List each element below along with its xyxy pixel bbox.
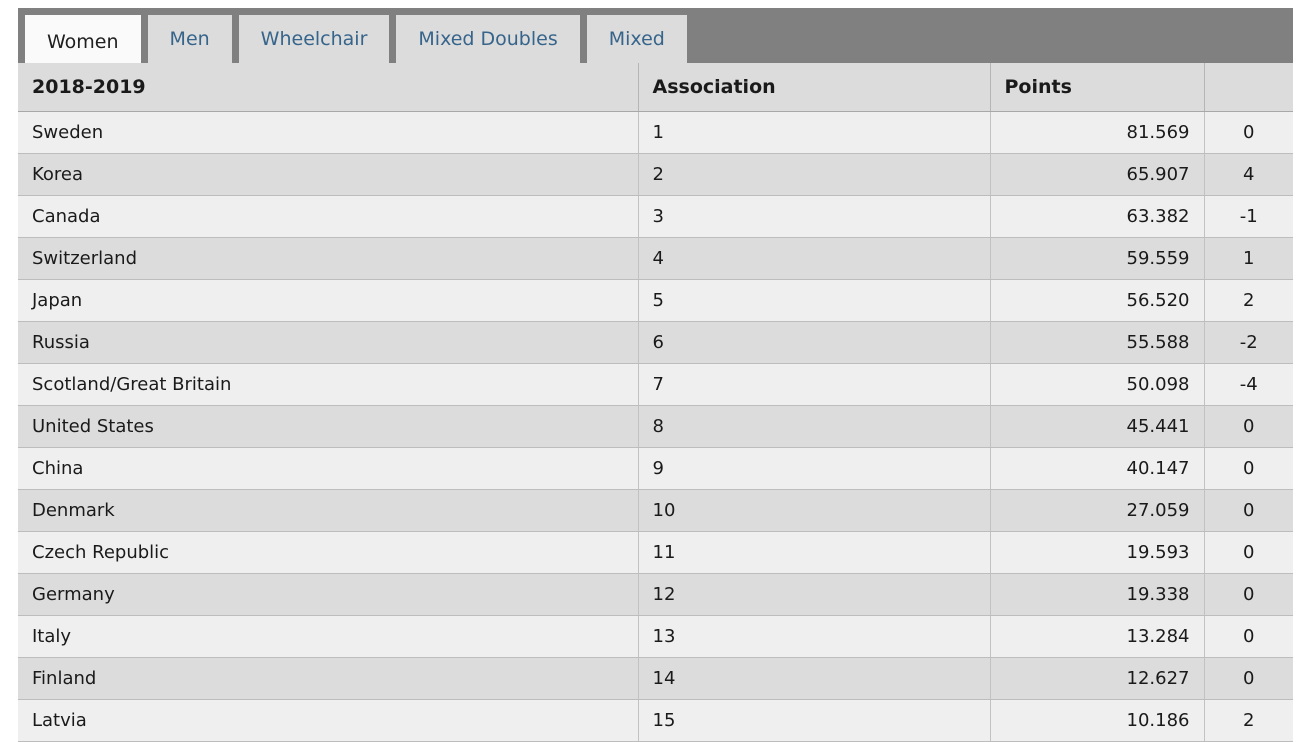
table-row[interactable]: Korea 2 65.907 4 bbox=[18, 153, 1293, 196]
column-header-association[interactable]: Association bbox=[638, 63, 991, 112]
rankings-table: 2018-2019 Association Points Sweden 1 81.5… bbox=[18, 63, 1293, 742]
cell-association: 12 bbox=[638, 573, 991, 616]
tab-label: Wheelchair bbox=[260, 27, 368, 50]
cell-points: 59.559 bbox=[990, 237, 1205, 280]
ranking-page: Women Men Wheelchair Mixed Doubles Mixed 201… bbox=[0, 0, 1314, 742]
table-row[interactable]: Germany 12 19.338 0 bbox=[18, 573, 1293, 616]
cell-points: 13.284 bbox=[990, 615, 1205, 658]
cell-points: 10.186 bbox=[990, 699, 1205, 742]
cell-association: 6 bbox=[638, 321, 991, 364]
table-row[interactable]: Finland 14 12.627 0 bbox=[18, 657, 1293, 700]
table-body: Sweden 1 81.569 0 Korea 2 65.907 4 Canada 3 63.382… bbox=[18, 111, 1293, 742]
table-row[interactable]: Latvia 15 10.186 2 bbox=[18, 699, 1293, 742]
cell-country: Japan bbox=[18, 279, 639, 322]
cell-country: China bbox=[18, 447, 639, 490]
table-header-row: 2018-2019 Association Points bbox=[18, 63, 1293, 112]
cell-rank-change: 0 bbox=[1204, 447, 1293, 490]
table-row[interactable]: Switzerland 4 59.559 1 bbox=[18, 237, 1293, 280]
column-header-points[interactable]: Points bbox=[990, 63, 1205, 112]
rankings-table-container[interactable]: 2018-2019 Association Points Sweden 1 81.5… bbox=[18, 63, 1293, 742]
cell-rank-change: -4 bbox=[1204, 363, 1293, 406]
cell-rank-change: 0 bbox=[1204, 573, 1293, 616]
column-header-change[interactable] bbox=[1204, 63, 1293, 112]
cell-association: 2 bbox=[638, 153, 991, 196]
cell-association: 4 bbox=[638, 237, 991, 280]
table-row[interactable]: Canada 3 63.382 -1 bbox=[18, 195, 1293, 238]
tab-label: Mixed Doubles bbox=[418, 27, 558, 50]
cell-rank-change: 0 bbox=[1204, 657, 1293, 700]
cell-rank-change: -2 bbox=[1204, 321, 1293, 364]
table-row[interactable]: Sweden 1 81.569 0 bbox=[18, 111, 1293, 154]
cell-rank-change: 2 bbox=[1204, 699, 1293, 742]
table-row[interactable]: China 9 40.147 0 bbox=[18, 447, 1293, 490]
cell-rank-change: -1 bbox=[1204, 195, 1293, 238]
cell-rank-change: 0 bbox=[1204, 615, 1293, 658]
tab-wheelchair[interactable]: Wheelchair bbox=[238, 15, 390, 63]
cell-association: 11 bbox=[638, 531, 991, 574]
cell-points: 56.520 bbox=[990, 279, 1205, 322]
cell-rank-change: 0 bbox=[1204, 111, 1293, 154]
cell-country: Latvia bbox=[18, 699, 639, 742]
cell-points: 50.098 bbox=[990, 363, 1205, 406]
cell-points: 40.147 bbox=[990, 447, 1205, 490]
cell-points: 19.338 bbox=[990, 573, 1205, 616]
table-row[interactable]: Scotland/Great Britain 7 50.098 -4 bbox=[18, 363, 1293, 406]
tab-mixed[interactable]: Mixed bbox=[586, 15, 687, 63]
cell-rank-change: 1 bbox=[1204, 237, 1293, 280]
cell-country: Germany bbox=[18, 573, 639, 616]
cell-association: 13 bbox=[638, 615, 991, 658]
category-tab-bar: Women Men Wheelchair Mixed Doubles Mixed bbox=[18, 8, 1293, 70]
table-row[interactable]: Japan 5 56.520 2 bbox=[18, 279, 1293, 322]
cell-country: Sweden bbox=[18, 111, 639, 154]
tab-mixed-doubles[interactable]: Mixed Doubles bbox=[396, 15, 580, 63]
cell-country: Finland bbox=[18, 657, 639, 700]
cell-association: 10 bbox=[638, 489, 991, 532]
cell-association: 15 bbox=[638, 699, 991, 742]
cell-country: Italy bbox=[18, 615, 639, 658]
table-header: 2018-2019 Association Points bbox=[18, 63, 1293, 112]
cell-points: 27.059 bbox=[990, 489, 1205, 532]
cell-association: 8 bbox=[638, 405, 991, 448]
table-row[interactable]: Italy 13 13.284 0 bbox=[18, 615, 1293, 658]
tab-women[interactable]: Women bbox=[25, 15, 141, 70]
cell-country: United States bbox=[18, 405, 639, 448]
cell-association: 1 bbox=[638, 111, 991, 154]
table-row[interactable]: United States 8 45.441 0 bbox=[18, 405, 1293, 448]
cell-country: Switzerland bbox=[18, 237, 639, 280]
cell-points: 45.441 bbox=[990, 405, 1205, 448]
cell-points: 12.627 bbox=[990, 657, 1205, 700]
cell-rank-change: 0 bbox=[1204, 405, 1293, 448]
cell-association: 9 bbox=[638, 447, 991, 490]
cell-country: Russia bbox=[18, 321, 639, 364]
cell-association: 3 bbox=[638, 195, 991, 238]
cell-country: Korea bbox=[18, 153, 639, 196]
tab-label: Women bbox=[47, 31, 119, 53]
table-row[interactable]: Denmark 10 27.059 0 bbox=[18, 489, 1293, 532]
cell-points: 65.907 bbox=[990, 153, 1205, 196]
cell-country: Canada bbox=[18, 195, 639, 238]
cell-points: 81.569 bbox=[990, 111, 1205, 154]
cell-rank-change: 0 bbox=[1204, 531, 1293, 574]
table-row[interactable]: Czech Republic 11 19.593 0 bbox=[18, 531, 1293, 574]
cell-points: 63.382 bbox=[990, 195, 1205, 238]
tab-label: Mixed bbox=[608, 27, 665, 50]
cell-association: 5 bbox=[638, 279, 991, 322]
table-row[interactable]: Russia 6 55.588 -2 bbox=[18, 321, 1293, 364]
cell-country: Czech Republic bbox=[18, 531, 639, 574]
cell-association: 7 bbox=[638, 363, 991, 406]
cell-rank-change: 0 bbox=[1204, 489, 1293, 532]
column-header-season[interactable]: 2018-2019 bbox=[18, 63, 639, 112]
cell-rank-change: 2 bbox=[1204, 279, 1293, 322]
cell-association: 14 bbox=[638, 657, 991, 700]
cell-points: 55.588 bbox=[990, 321, 1205, 364]
cell-points: 19.593 bbox=[990, 531, 1205, 574]
cell-rank-change: 4 bbox=[1204, 153, 1293, 196]
cell-country: Denmark bbox=[18, 489, 639, 532]
tab-men[interactable]: Men bbox=[147, 15, 232, 63]
tab-label: Men bbox=[169, 27, 210, 50]
cell-country: Scotland/Great Britain bbox=[18, 363, 639, 406]
